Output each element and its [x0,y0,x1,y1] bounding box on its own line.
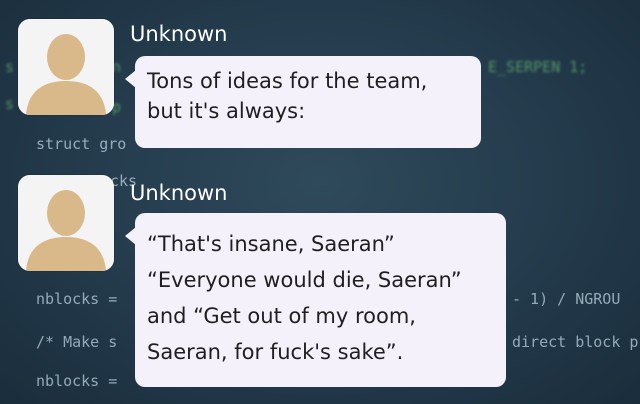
bubble-tail [125,70,136,88]
default-person-icon [18,19,114,115]
background-code-text: s [5,95,15,113]
sender-name: Unknown [130,22,228,46]
background-code-text: - 1) / NGROU [512,290,621,308]
avatar[interactable] [18,19,114,115]
background-code-text: nblocks = [36,290,118,308]
background-code-text: struct gro [36,135,127,153]
sender-name: Unknown [130,181,228,205]
default-person-icon [18,175,114,271]
message-text: and “Get out of my room, [147,304,416,328]
background-code-text: E_SERPEN 1; [488,58,588,76]
message-bubble[interactable]: Tons of ideas for the team, but it's alw… [125,56,481,148]
message-text: “That's insane, Saeran” [147,232,395,256]
background-code-text: /* Make s [36,333,118,351]
message-text: Saeran, for fuck's sake”. [147,340,404,364]
message-text: Tons of ideas for the team, [147,69,428,93]
background-code-text: s [5,58,15,76]
message-text: “Everyone would die, Saeran” [147,268,462,292]
message-text: but it's always: [147,99,306,123]
background-code-text: nblocks = [36,372,118,390]
background-code-text: direct block p [512,333,639,351]
bubble-tail [125,227,136,245]
message-bubble[interactable]: “That's insane, Saeran” “Everyone would … [125,213,506,387]
avatar[interactable] [18,175,114,271]
